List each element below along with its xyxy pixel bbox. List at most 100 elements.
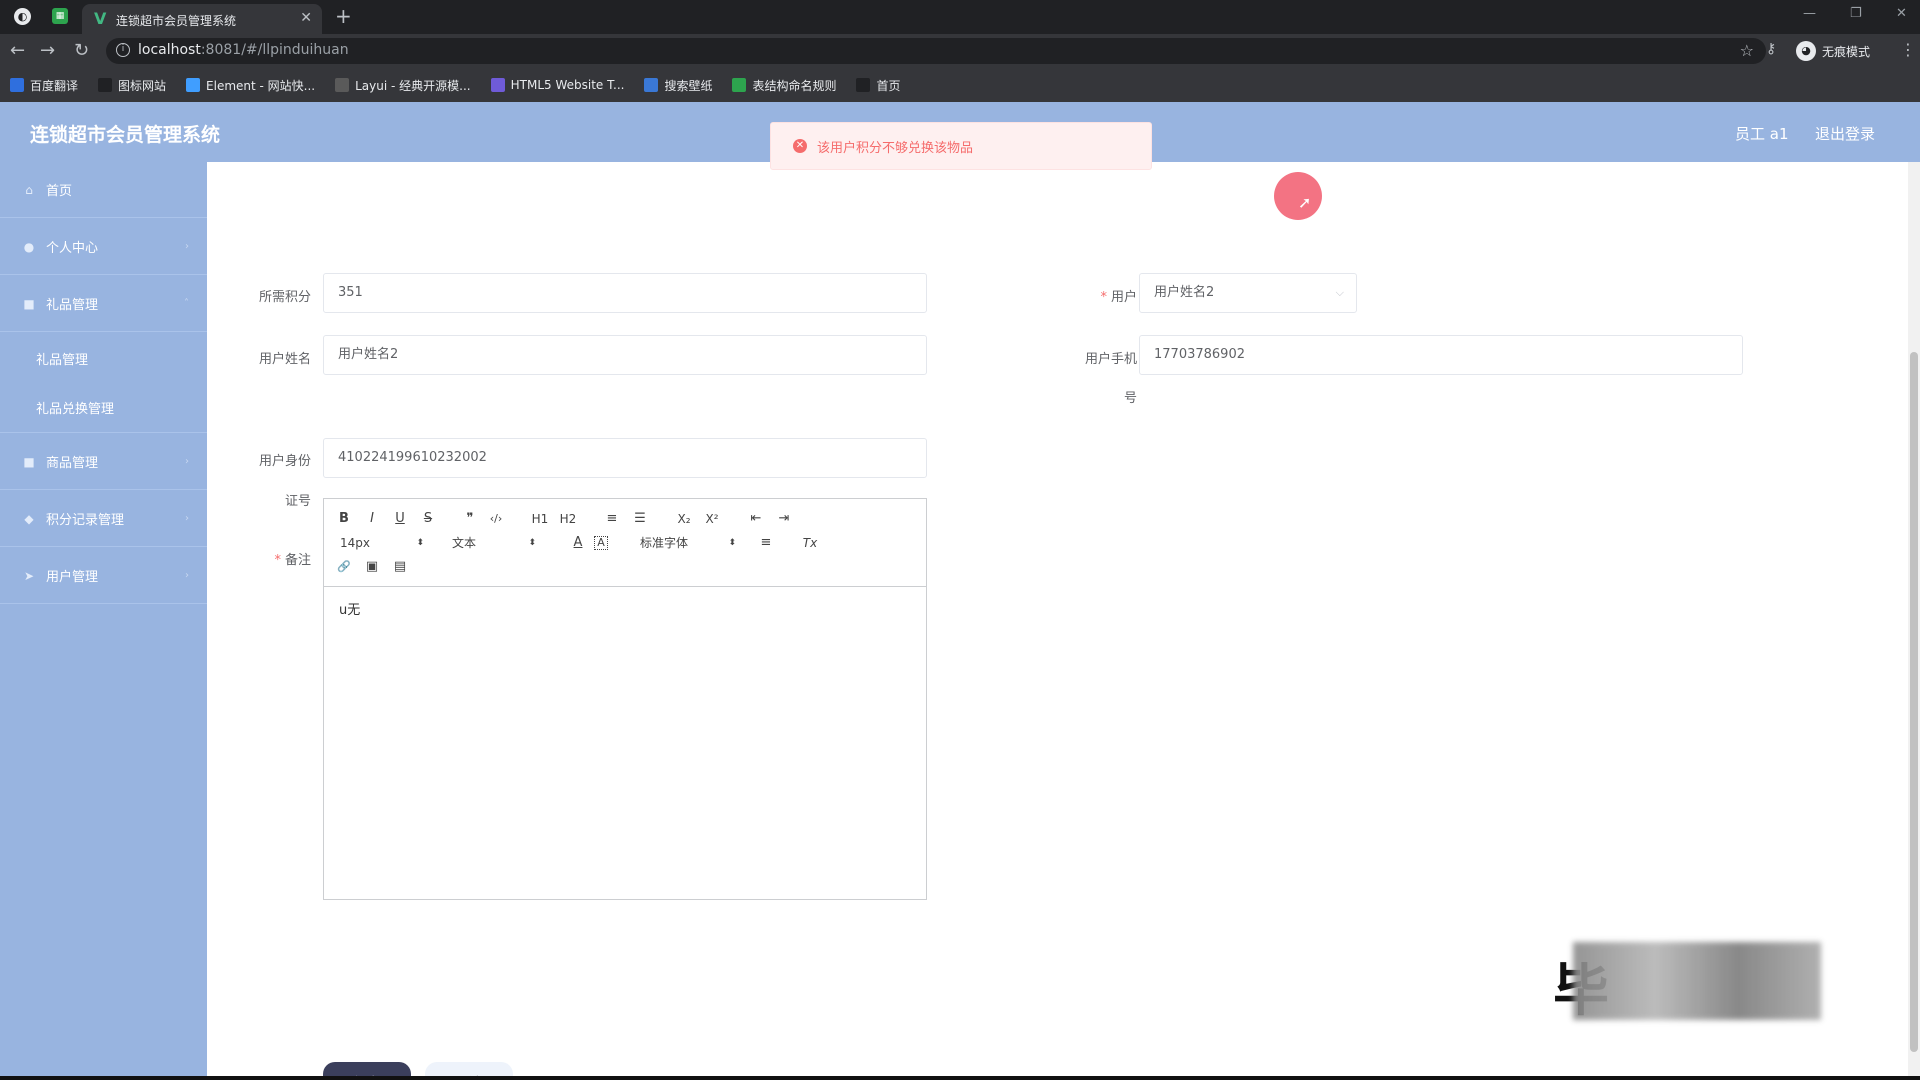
- error-toast: ✕ 该用户积分不够兑换该物品: [770, 122, 1152, 170]
- gift-icon: ■: [23, 296, 35, 311]
- bookmark-item[interactable]: 搜索壁纸: [644, 77, 712, 94]
- bookmark-item[interactable]: 图标网站: [98, 77, 166, 94]
- browser-chrome: ◐ ▦ V 连锁超市会员管理系统 ✕ + — ❐ ✕ ← → ↻ i local…: [0, 0, 1920, 102]
- sidebar-item-gifts[interactable]: ■ 礼品管理 ˄: [0, 276, 207, 332]
- box-icon: ■: [23, 454, 35, 469]
- key-icon[interactable]: ⚷: [1766, 41, 1776, 57]
- bookmark-item[interactable]: 百度翻译: [10, 77, 78, 94]
- window-close-icon[interactable]: ✕: [1896, 6, 1907, 21]
- bold-icon[interactable]: B: [334, 509, 354, 529]
- editor-content[interactable]: u无: [339, 599, 360, 618]
- points-input[interactable]: 351: [323, 273, 927, 313]
- link-icon[interactable]: 🔗: [334, 557, 354, 577]
- format-picker[interactable]: 文本 ⬍: [452, 533, 536, 553]
- toast-message: 该用户积分不够兑换该物品: [817, 140, 974, 156]
- sidebar-subitem-label: 礼品管理: [36, 352, 89, 368]
- star-icon[interactable]: ☆: [1740, 41, 1754, 60]
- sheet-icon: [732, 78, 747, 92]
- bullet-list-icon[interactable]: ☰: [630, 509, 650, 529]
- logout-link[interactable]: 退出登录: [1815, 123, 1875, 144]
- tab-bar: ◐ ▦ V 连锁超市会员管理系统 ✕ + — ❐ ✕: [0, 0, 1920, 34]
- address-bar[interactable]: i localhost:8081/#/llpinduihuan ☆: [106, 38, 1766, 64]
- globe-icon: [856, 78, 871, 92]
- send-icon: ➤: [23, 568, 35, 583]
- bookmark-item[interactable]: 首页: [856, 77, 901, 94]
- bookmark-item[interactable]: 表结构命名规则: [732, 77, 836, 94]
- bookmark-item[interactable]: Layui - 经典开源模...: [335, 77, 471, 94]
- more-menu-icon[interactable]: ⋮: [1900, 40, 1916, 59]
- record-icon: ◆: [24, 511, 34, 526]
- font-size-picker[interactable]: 14px ⬍: [340, 533, 424, 553]
- minimize-icon[interactable]: —: [1803, 6, 1816, 21]
- bookmark-label: HTML5 Website T...: [510, 78, 625, 92]
- chevron-icon: ›: [185, 456, 189, 467]
- forward-icon[interactable]: →: [40, 40, 55, 61]
- ordered-list-icon[interactable]: ≡: [602, 509, 622, 529]
- font-size-value: 14px: [340, 536, 370, 550]
- image-icon[interactable]: ▣: [362, 557, 382, 577]
- idcard-label-wrap: 证号: [284, 494, 311, 509]
- user-select-value: 用户姓名2: [1154, 285, 1215, 300]
- bookmark-label: 首页: [876, 78, 901, 93]
- sidebar-item-label: 首页: [46, 184, 73, 199]
- scrollbar[interactable]: [1908, 162, 1920, 1076]
- scrollbar-thumb[interactable]: [1910, 352, 1918, 1052]
- clear-format-icon[interactable]: Tx: [800, 533, 820, 553]
- incognito-label: 无痕模式: [1822, 44, 1871, 59]
- font-family-picker[interactable]: 标准字体 ⬍: [640, 533, 736, 553]
- reload-icon[interactable]: ↻: [74, 40, 89, 61]
- translate-icon: [10, 78, 24, 92]
- italic-icon[interactable]: I: [362, 509, 382, 529]
- back-icon[interactable]: ←: [10, 40, 25, 61]
- code-icon[interactable]: ‹/›: [486, 509, 506, 529]
- sidebar-item-products[interactable]: ■ 商品管理 ›: [0, 434, 207, 490]
- points-label: 所需积分: [258, 290, 311, 305]
- app-title: 连锁超市会员管理系统: [30, 124, 221, 146]
- browser-logo-icon[interactable]: ◐: [14, 8, 31, 25]
- pinned-tab-icon[interactable]: ▦: [52, 8, 68, 24]
- idcard-input[interactable]: 410224199610232002: [323, 438, 927, 478]
- info-icon[interactable]: i: [116, 43, 130, 57]
- updown-icon: ⬍: [416, 538, 424, 548]
- text-color-icon[interactable]: A: [568, 533, 588, 553]
- sidebar-item-label: 积分记录管理: [46, 513, 125, 528]
- sidebar-item-profile[interactable]: ● 个人中心 ›: [0, 219, 207, 275]
- main-content: 所需积分 351 * 用户 用户姓名2 ⌵ 用户姓名 用户姓名2 用户手机 号 1…: [207, 162, 1907, 1080]
- new-tab-icon[interactable]: +: [335, 4, 352, 28]
- sidebar-item-users[interactable]: ➤ 用户管理 ›: [0, 548, 207, 604]
- sidebar-subitem-gift-exchange[interactable]: 礼品兑换管理: [0, 383, 207, 433]
- remark-label: * 备注: [274, 553, 311, 568]
- incognito-badge[interactable]: ◕ 无痕模式: [1796, 39, 1870, 63]
- video-icon[interactable]: ▤: [390, 557, 410, 577]
- align-icon[interactable]: ≡: [756, 533, 776, 553]
- name-input[interactable]: 用户姓名2: [323, 335, 927, 375]
- sidebar-subitem-label: 礼品兑换管理: [36, 402, 115, 417]
- underline-icon[interactable]: U: [390, 509, 410, 529]
- subscript-icon[interactable]: X₂: [674, 509, 694, 529]
- watermark: 毕: [1553, 942, 1821, 1024]
- sidebar-item-home[interactable]: ⌂ 首页: [0, 162, 207, 218]
- restore-icon[interactable]: ❐: [1850, 6, 1862, 21]
- background-color-icon[interactable]: A: [594, 536, 608, 550]
- bookmark-item[interactable]: HTML5 Website T...: [490, 78, 625, 92]
- bookmark-label: 搜索壁纸: [664, 78, 713, 93]
- url-text[interactable]: localhost:8081/#/llpinduihuan: [138, 42, 349, 58]
- h2-icon[interactable]: H2: [558, 509, 578, 529]
- remark-label-text: 备注: [284, 553, 311, 568]
- blockquote-icon[interactable]: ❞: [460, 509, 480, 529]
- strike-icon[interactable]: S: [418, 509, 438, 529]
- browser-toolbar: ← → ↻ i localhost:8081/#/llpinduihuan ☆ …: [0, 34, 1920, 68]
- h1-icon[interactable]: H1: [530, 509, 550, 529]
- sidebar-subitem-gift-manage[interactable]: 礼品管理: [0, 333, 207, 383]
- sidebar-item-points-record[interactable]: ◆ 积分记录管理 ›: [0, 491, 207, 547]
- user-select[interactable]: 用户姓名2 ⌵: [1139, 273, 1357, 313]
- phone-input[interactable]: 17703786902: [1139, 335, 1743, 375]
- browser-tab[interactable]: V 连锁超市会员管理系统 ✕: [82, 4, 322, 34]
- outdent-icon[interactable]: ⇤: [746, 509, 766, 529]
- user-label-text: 用户: [1110, 290, 1137, 305]
- indent-icon[interactable]: ⇥: [774, 509, 794, 529]
- close-icon[interactable]: ✕: [300, 10, 312, 26]
- bookmarks-bar: 百度翻译 图标网站 Element - 网站快... Layui - 经典开源模...…: [0, 68, 1920, 102]
- superscript-icon[interactable]: X²: [702, 509, 722, 529]
- bookmark-item[interactable]: Element - 网站快...: [186, 77, 315, 94]
